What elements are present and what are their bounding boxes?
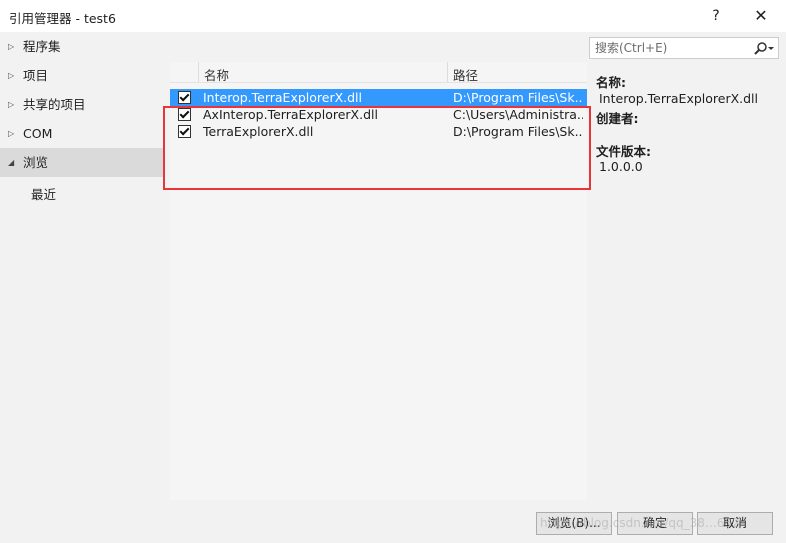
sidebar-item-label: COM	[23, 126, 53, 141]
cancel-button[interactable]: 取消	[697, 512, 773, 535]
collapse-arrow-icon: ◢	[8, 158, 15, 167]
sidebar-item-label: 浏览	[23, 155, 49, 170]
dialog-body: ▷ 程序集 ▷ 项目 ▷ 共享的项目 ▷ COM ◢ 浏览 最近 名称 路径 I…	[0, 32, 786, 543]
expand-arrow-icon: ▷	[8, 100, 15, 109]
column-divider[interactable]	[447, 62, 448, 82]
reference-path: D:\Program Files\Sk...	[453, 124, 583, 139]
reference-path: D:\Program Files\Sk...	[453, 90, 583, 105]
sidebar-item-label: 程序集	[23, 39, 61, 54]
sidebar-item-recent[interactable]: 最近	[0, 180, 165, 209]
reference-list: 名称 路径 Interop.TerraExplorerX.dll D:\Prog…	[170, 62, 587, 500]
expand-arrow-icon: ▷	[8, 42, 15, 51]
include-checkbox[interactable]	[178, 108, 191, 121]
close-button[interactable]: ✕	[748, 4, 774, 28]
reference-name: AxInterop.TerraExplorerX.dll	[203, 107, 378, 122]
reference-name: Interop.TerraExplorerX.dll	[203, 90, 363, 105]
sidebar-item-label: 最近	[31, 187, 57, 202]
title-bar: 引用管理器 - test6 ? ✕	[0, 0, 786, 32]
name-value: Interop.TerraExplorerX.dll	[599, 91, 759, 106]
name-label: 名称:	[596, 75, 626, 90]
version-value: 1.0.0.0	[599, 159, 643, 174]
include-checkbox[interactable]	[178, 125, 191, 138]
column-divider[interactable]	[198, 62, 199, 82]
list-item[interactable]: Interop.TerraExplorerX.dll D:\Program Fi…	[170, 89, 587, 106]
window-title: 引用管理器 - test6	[9, 11, 116, 26]
sidebar-item-shared-projects[interactable]: ▷ 共享的项目	[0, 90, 165, 119]
list-item[interactable]: TerraExplorerX.dll D:\Program Files\Sk..…	[170, 123, 587, 140]
search-box[interactable]	[589, 37, 779, 59]
version-label: 文件版本:	[596, 144, 651, 159]
sidebar-item-com[interactable]: ▷ COM	[0, 119, 165, 148]
column-header-name[interactable]: 名称	[204, 65, 229, 84]
browse-button[interactable]: 浏览(B)...	[536, 512, 612, 535]
sidebar-item-label: 项目	[23, 68, 49, 83]
include-checkbox[interactable]	[178, 91, 191, 104]
sidebar: ▷ 程序集 ▷ 项目 ▷ 共享的项目 ▷ COM ◢ 浏览 最近	[0, 32, 165, 512]
sidebar-item-assemblies[interactable]: ▷ 程序集	[0, 32, 165, 61]
column-header-path[interactable]: 路径	[453, 65, 478, 84]
search-icon[interactable]	[753, 41, 775, 57]
help-button[interactable]: ?	[704, 4, 728, 28]
reference-name: TerraExplorerX.dll	[203, 124, 314, 139]
reference-path: C:\Users\Administra...	[453, 107, 583, 122]
sidebar-item-projects[interactable]: ▷ 项目	[0, 61, 165, 90]
search-input[interactable]	[590, 38, 753, 58]
sidebar-item-label: 共享的项目	[23, 97, 86, 112]
expand-arrow-icon: ▷	[8, 129, 15, 138]
expand-arrow-icon: ▷	[8, 71, 15, 80]
ok-button[interactable]: 确定	[617, 512, 693, 535]
list-item[interactable]: AxInterop.TerraExplorerX.dll C:\Users\Ad…	[170, 106, 587, 123]
sidebar-item-browse[interactable]: ◢ 浏览	[0, 148, 165, 177]
creator-label: 创建者:	[596, 111, 639, 126]
list-header: 名称 路径	[170, 62, 587, 83]
